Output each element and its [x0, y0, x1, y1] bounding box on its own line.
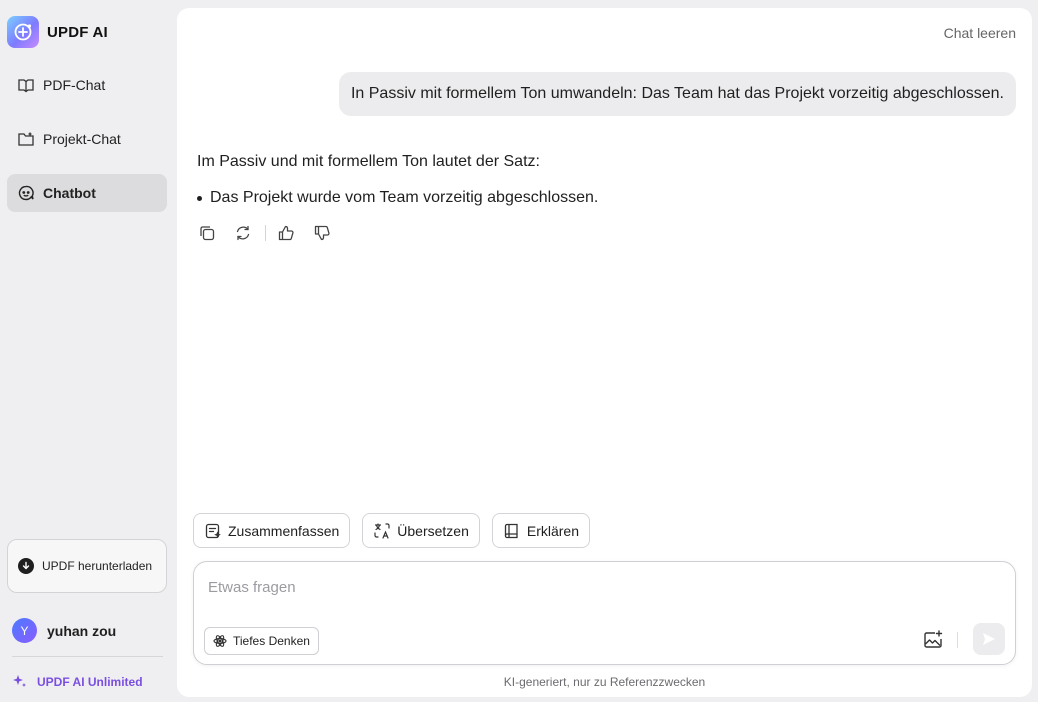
- clear-chat-button[interactable]: Chat leeren: [944, 25, 1016, 41]
- user-name: yuhan zou: [47, 622, 117, 639]
- summary-icon: [205, 523, 221, 538]
- sidebar-item-pdf-chat[interactable]: PDF-Chat: [7, 66, 167, 104]
- sidebar-item-label: PDF-Chat: [43, 77, 106, 93]
- refresh-icon: [236, 225, 250, 241]
- chatbot-icon: [18, 185, 34, 201]
- thumbs-down-icon: [314, 225, 330, 241]
- ai-disclaimer: KI-generiert, nur zu Referenzzwecken: [503, 675, 706, 689]
- copy-button[interactable]: [197, 223, 217, 243]
- image-plus-icon: [924, 630, 943, 648]
- updf-ai-logo-icon: [7, 16, 39, 48]
- chat-panel: Chat leeren In Passiv mit formellem Ton …: [177, 8, 1032, 697]
- open-book-icon: [18, 79, 34, 93]
- thumbs-down-button[interactable]: [312, 223, 332, 243]
- answer-intro: Im Passiv und mit formellem Ton lautet d…: [197, 153, 540, 170]
- download-updf-button[interactable]: UPDF herunterladen: [7, 539, 167, 593]
- composer-divider: [957, 632, 958, 648]
- brand-name: UPDF AI: [47, 23, 108, 41]
- explain-button[interactable]: Erklären: [491, 513, 591, 548]
- folder-icon: [18, 132, 34, 146]
- quick-action-label: Erklären: [526, 522, 580, 539]
- answer-bullet: Das Projekt wurde vom Team vorzeitig abg…: [197, 188, 598, 208]
- quick-action-label: Übersetzen: [397, 522, 469, 539]
- ask-input[interactable]: [208, 576, 988, 598]
- sidebar-divider: [12, 656, 163, 657]
- summarize-button[interactable]: Zusammenfassen: [193, 513, 351, 548]
- sidebar-item-label: Chatbot: [43, 185, 96, 201]
- updf-ai-unlimited-link[interactable]: UPDF AI Unlimited: [12, 674, 143, 689]
- sidebar-item-label: Projekt-Chat: [43, 131, 121, 147]
- translate-icon: [374, 522, 390, 539]
- send-button[interactable]: [973, 623, 1005, 655]
- message-actions: [197, 223, 332, 243]
- composer: Tiefes Denken: [193, 561, 1016, 665]
- actions-divider: [265, 225, 266, 241]
- atom-icon: [213, 635, 227, 647]
- quick-actions: Zusammenfassen Übersetzen Erklären: [193, 513, 591, 548]
- send-icon: [983, 633, 995, 645]
- brand[interactable]: UPDF AI: [7, 16, 108, 48]
- sidebar: UPDF AI PDF-Chat Projekt-Chat Chatbot UP…: [0, 0, 176, 702]
- thumbs-up-icon: [278, 225, 294, 241]
- user-profile[interactable]: Y yuhan zou: [12, 618, 116, 643]
- avatar: Y: [12, 618, 37, 643]
- quick-action-label: Zusammenfassen: [228, 522, 340, 539]
- sparkle-icon: [13, 675, 26, 687]
- book-icon: [504, 523, 518, 538]
- unlimited-label: UPDF AI Unlimited: [37, 674, 143, 689]
- answer-bullet-text: Das Projekt wurde vom Team vorzeitig abg…: [210, 189, 599, 206]
- download-label: UPDF herunterladen: [42, 558, 153, 573]
- sidebar-item-chatbot[interactable]: Chatbot: [7, 174, 167, 212]
- copy-icon: [200, 226, 215, 241]
- sidebar-item-projekt-chat[interactable]: Projekt-Chat: [7, 120, 167, 158]
- translate-button[interactable]: Übersetzen: [362, 513, 480, 548]
- assistant-message: Im Passiv und mit formellem Ton lautet d…: [197, 152, 598, 208]
- user-message: In Passiv mit formellem Ton umwandeln: D…: [338, 72, 1016, 116]
- image-upload-button[interactable]: [921, 628, 945, 652]
- bullet-dot: [197, 195, 202, 201]
- thumbs-up-button[interactable]: [276, 223, 296, 243]
- download-icon: [18, 558, 34, 574]
- deep-think-label: Tiefes Denken: [233, 634, 310, 648]
- deep-think-toggle[interactable]: Tiefes Denken: [204, 627, 319, 655]
- regenerate-button[interactable]: [233, 223, 253, 243]
